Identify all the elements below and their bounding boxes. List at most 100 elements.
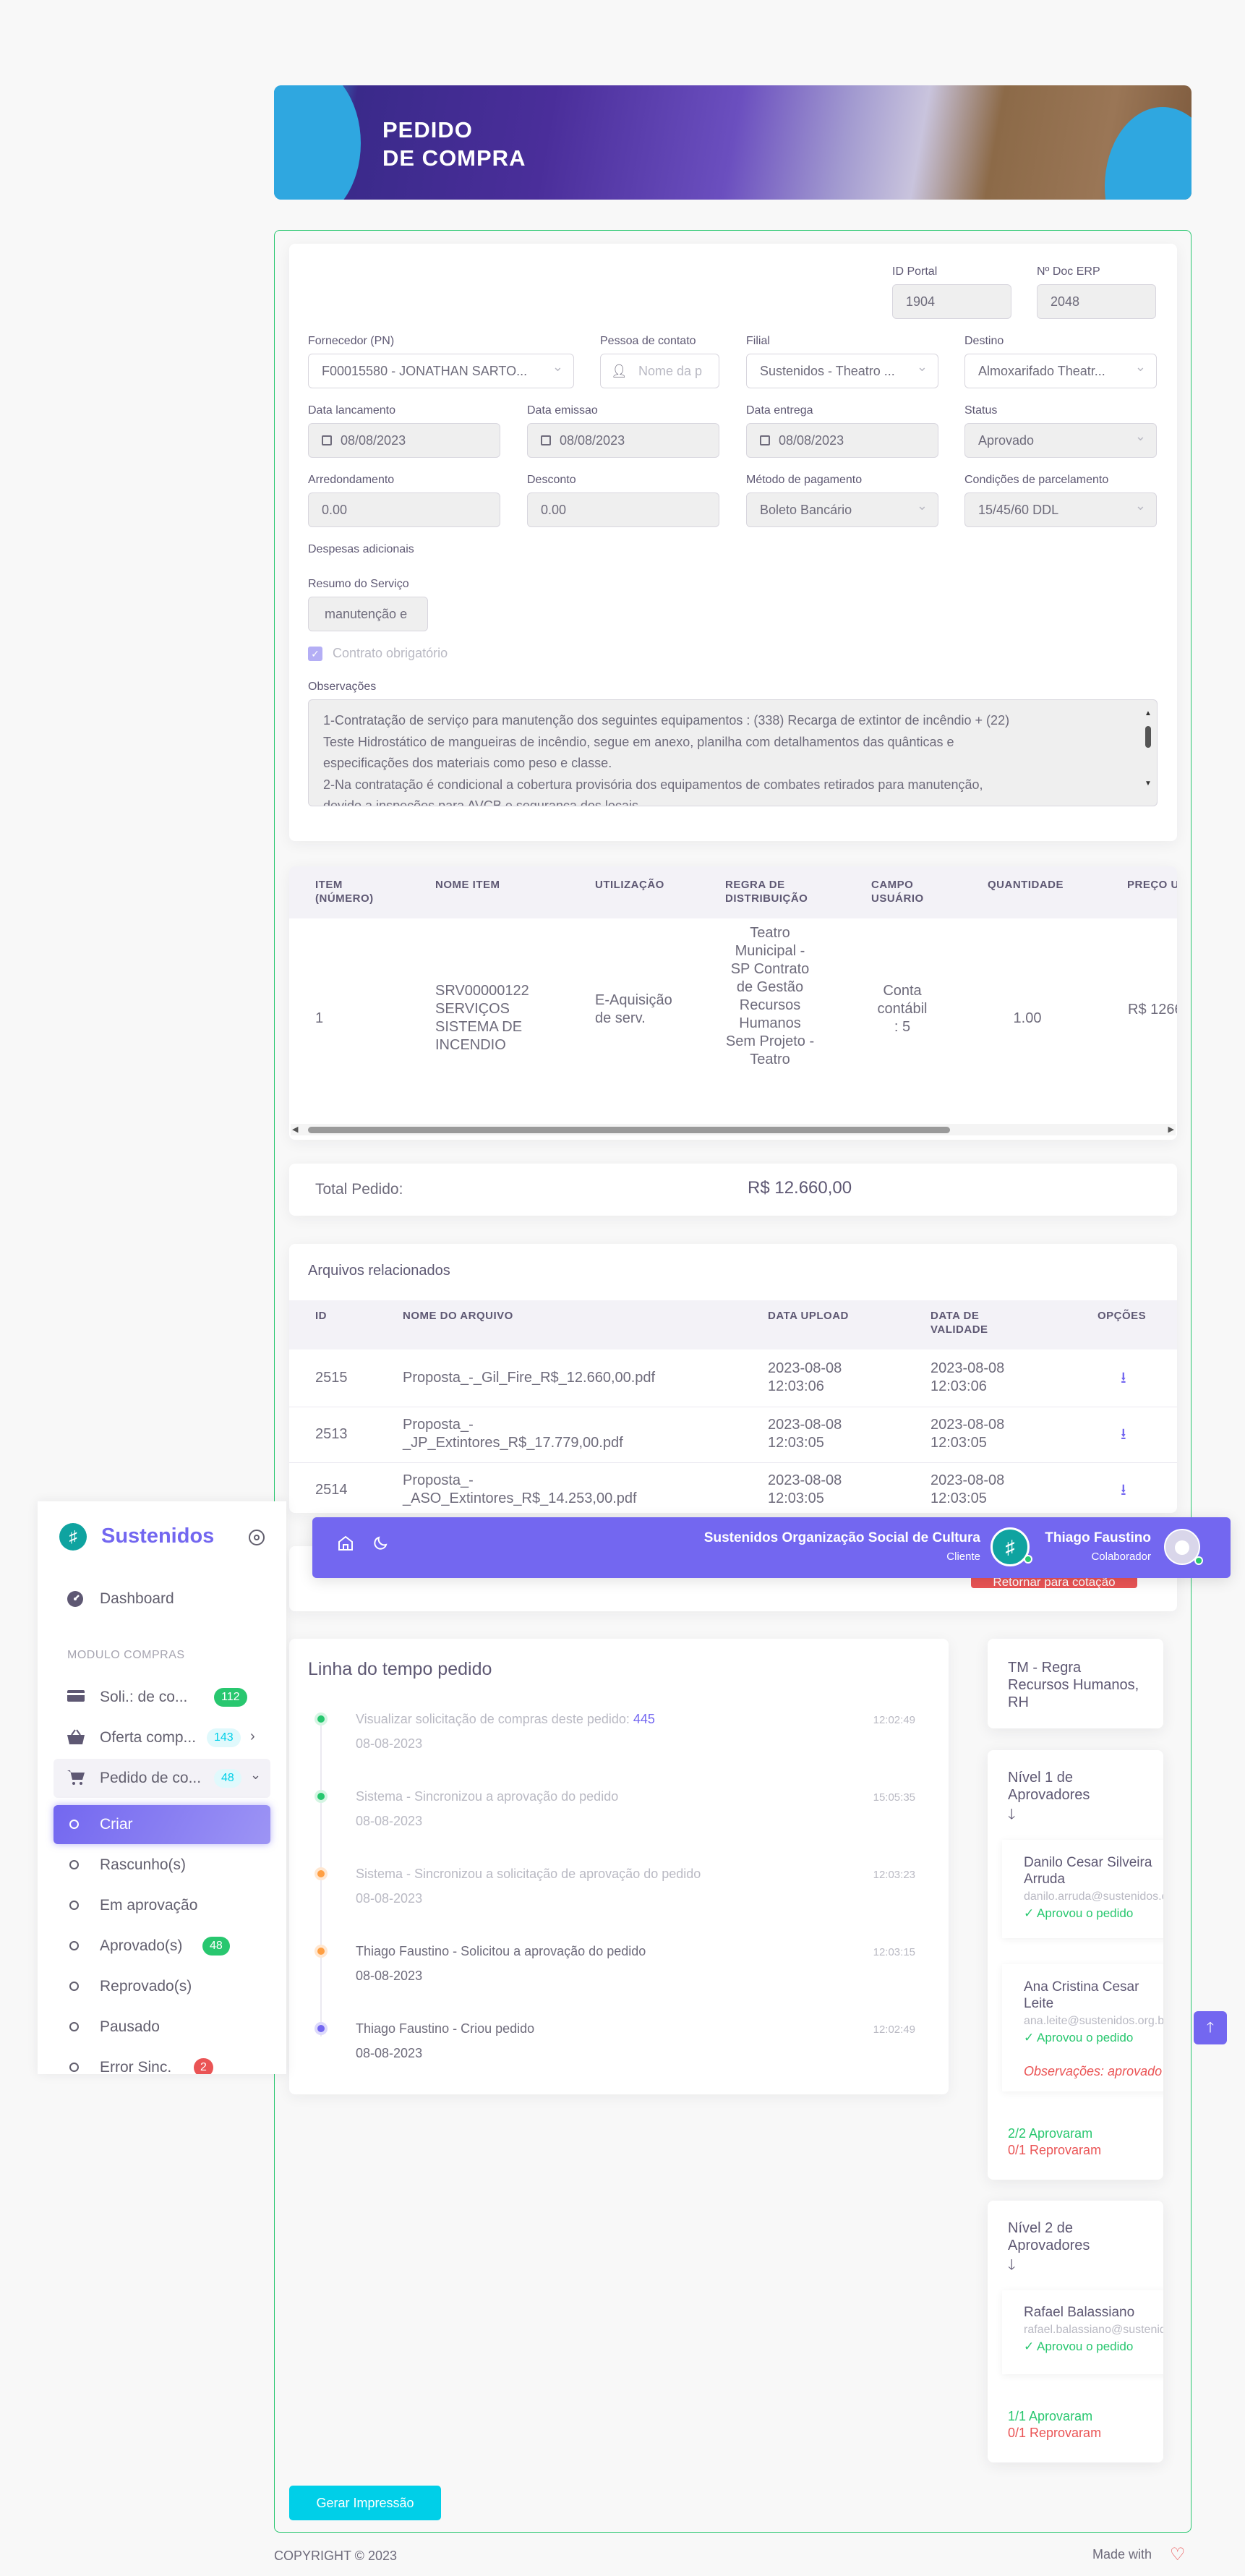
basket-icon	[67, 1729, 85, 1745]
moon-icon[interactable]	[372, 1535, 389, 1552]
files-title: Arquivos relacionados	[308, 1263, 450, 1279]
horizontal-scrollbar[interactable]: ◀ ▶	[291, 1124, 1176, 1135]
fornecedor-select[interactable]: F00015580 - JONATHAN SARTO...	[308, 354, 574, 388]
resumo-field[interactable]: manutenção e	[308, 597, 428, 631]
arrow-down-icon: 🡓	[1008, 2257, 1016, 2273]
approver-status: ✓ Aprovou o pedido	[1024, 2340, 1134, 2353]
metodo-select[interactable]: Boleto Bancário	[746, 492, 938, 527]
approver-status: ✓ Aprovou o pedido	[1024, 1906, 1134, 1920]
arredondamento-field[interactable]: 0.00	[308, 492, 500, 527]
col-header: OPÇÕES	[1098, 1310, 1147, 1322]
contato-input[interactable]: 👤︎ Nome da p	[600, 354, 719, 388]
copyright-text: COPYRIGHT © 2023	[274, 2549, 397, 2563]
status-select[interactable]: Aprovado	[964, 423, 1157, 458]
data-emissao-label: Data emissao	[527, 404, 598, 417]
order-form-card: ID Portal 1904 Nº Doc ERP 2048 Fornecedo…	[289, 244, 1177, 841]
timeline-line	[320, 1726, 322, 2037]
count-badge: 112	[214, 1688, 247, 1707]
scroll-to-top-button[interactable]: 🡑	[1194, 2011, 1227, 2044]
page-banner: PEDIDO DE COMPRA	[274, 85, 1191, 200]
file-name: Proposta_-_ASO_Extintores_R$_14.253,00.p…	[403, 1472, 637, 1506]
contrato-checkbox[interactable]: ✓	[308, 647, 322, 661]
download-icon[interactable]: ⭳	[1121, 1422, 1126, 1449]
sidebar-item-dashboard[interactable]: Dashboard	[54, 1579, 270, 1618]
col-header: REGRA DE DISTRIBUIÇÃO	[725, 879, 808, 905]
timeline-card: Linha do tempo pedido	[289, 1639, 949, 2094]
metodo-label: Método de pagamento	[746, 474, 863, 486]
cart-icon	[67, 1770, 85, 1786]
approver-email: rafael.balassiano@sustenidos.org.br	[1024, 2324, 1163, 2336]
sidebar-item-aprovados[interactable]: Aprovado(s) 48	[54, 1927, 270, 1966]
count-badge: 48	[202, 1937, 230, 1956]
desconto-field[interactable]: 0.00	[527, 492, 719, 527]
collapse-toggle-icon[interactable]	[249, 1530, 265, 1545]
data-entrega-label: Data entrega	[746, 404, 813, 417]
credit-card-icon	[67, 1689, 85, 1705]
file-validity-date: 2023-08-08 12:03:05	[930, 1417, 1005, 1451]
home-icon[interactable]	[337, 1535, 354, 1552]
brand-logo[interactable]: ♯	[59, 1523, 87, 1551]
approver-observation: Observações: aprovado	[1024, 2064, 1163, 2078]
col-header: DATA UPLOAD	[768, 1310, 849, 1322]
filial-select[interactable]: Sustenidos - Theatro ...	[746, 354, 938, 388]
approver-email: ana.leite@sustenidos.org.br	[1024, 2015, 1163, 2027]
file-validity-date: 2023-08-08 12:03:06	[930, 1360, 1005, 1394]
brand-name[interactable]: Sustenidos	[101, 1524, 214, 1548]
despesas-label: Despesas adicionais	[308, 543, 414, 555]
obs-textarea[interactable]: 1-Contratação de serviço para manutenção…	[308, 699, 1158, 806]
cell-item: 1	[315, 1010, 324, 1026]
download-icon[interactable]: ⭳	[1121, 1365, 1126, 1393]
doc-erp-label: Nº Doc ERP	[1037, 265, 1100, 278]
user-name: Thiago Faustino	[1045, 1530, 1151, 1545]
banner-decoration	[1105, 107, 1191, 200]
count-badge: 48	[214, 1769, 241, 1788]
cell-nome: SRV00000122 SERVIÇOS SISTEMA DE INCENDIO	[435, 983, 529, 1053]
dashboard-icon	[67, 1590, 85, 1607]
sidebar-item-rascunho[interactable]: Rascunho(s)	[54, 1846, 270, 1885]
file-id: 2514	[315, 1482, 348, 1498]
condicoes-select[interactable]: 15/45/60 DDL	[964, 492, 1157, 527]
col-header: NOME DO ARQUIVO	[403, 1310, 513, 1322]
sidebar-item-pedido[interactable]: Pedido de co... 48 ⌄	[54, 1759, 270, 1798]
sidebar-item-oferta[interactable]: Oferta comp... 143 ›	[54, 1718, 270, 1757]
heart-icon: ♡	[1170, 2545, 1186, 2564]
circle-icon	[69, 2022, 79, 2031]
sidebar-item-reprovados[interactable]: Reprovado(s)	[54, 1967, 270, 2006]
page-title: PEDIDO DE COMPRA	[382, 117, 526, 171]
download-icon[interactable]: ⭳	[1121, 1477, 1126, 1505]
doc-erp-field[interactable]: 2048	[1037, 284, 1156, 319]
cell-preco: R$ 12660.0	[1128, 1002, 1177, 1018]
data-entrega-field[interactable]: 08/08/2023	[746, 423, 938, 458]
sidebar-item-solicitacoes[interactable]: Soli.: de co... 112	[54, 1678, 270, 1717]
col-header: ITEM (NÚMERO)	[315, 879, 374, 905]
banner-decoration	[274, 85, 361, 200]
data-lancamento-label: Data lancamento	[308, 404, 395, 417]
files-header	[289, 1300, 1177, 1349]
sidebar-item-error-sinc[interactable]: Error Sinc. 2	[54, 2048, 270, 2074]
org-role: Cliente	[946, 1551, 980, 1563]
approved-count: 1/1 Aprovaram	[1008, 2409, 1093, 2423]
approver-name: Ana Cristina Cesar Leite	[1024, 1979, 1139, 2011]
file-validity-date: 2023-08-08 12:03:05	[930, 1472, 1005, 1506]
destino-select[interactable]: Almoxarifado Theatr...	[964, 354, 1157, 388]
circle-icon	[69, 2063, 79, 2072]
cell-utilizacao: E-Aquisição de serv.	[595, 992, 672, 1026]
scrollbar-thumb[interactable]	[308, 1127, 950, 1133]
file-upload-date: 2023-08-08 12:03:06	[768, 1360, 842, 1394]
sidebar-item-criar[interactable]: Criar	[54, 1805, 270, 1844]
approval-rule: TM - Regra Recursos Humanos, RH	[1008, 1660, 1139, 1710]
data-lancamento-field[interactable]: 08/08/2023	[308, 423, 500, 458]
contrato-label: Contrato obrigatório	[333, 646, 448, 660]
destino-label: Destino	[964, 335, 1004, 347]
sidebar-item-pausado[interactable]: Pausado	[54, 2008, 270, 2047]
print-button[interactable]: Gerar Impressão	[289, 2486, 441, 2520]
sidebar-item-em-aprovacao[interactable]: Em aprovação	[54, 1886, 270, 1925]
data-emissao-field[interactable]: 08/08/2023	[527, 423, 719, 458]
textarea-scrollbar[interactable]: ▲ ▼	[1144, 703, 1152, 801]
circle-icon	[69, 1860, 79, 1869]
id-portal-field[interactable]: 1904	[892, 284, 1011, 319]
file-name: Proposta_-_JP_Extintores_R$_17.779,00.pd…	[403, 1417, 623, 1451]
approver-name: Rafael Balassiano	[1024, 2305, 1135, 2320]
file-upload-date: 2023-08-08 12:03:05	[768, 1417, 842, 1451]
obs-label: Observações	[308, 681, 377, 693]
